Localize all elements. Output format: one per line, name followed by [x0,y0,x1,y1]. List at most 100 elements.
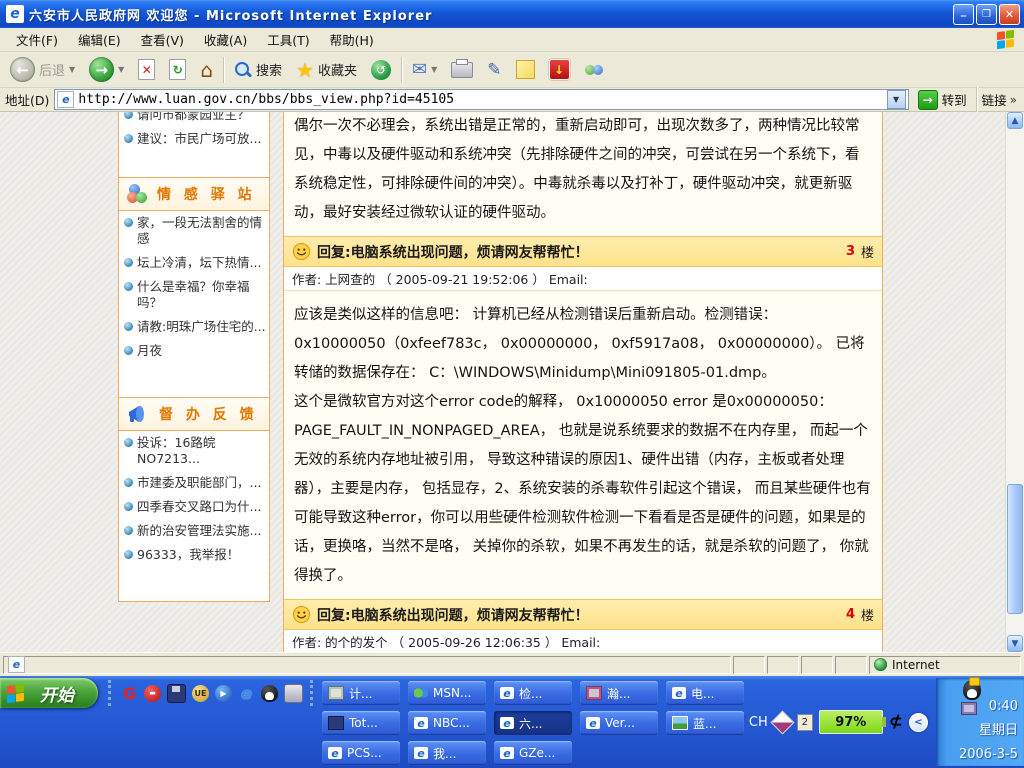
links-toolbar[interactable]: 链接 » [982,90,1019,109]
ibm-icon[interactable] [144,685,161,702]
back-dropdown-icon[interactable]: ▼ [69,65,75,74]
links-label: 链接 [982,90,1007,109]
history-button[interactable] [367,58,395,82]
ime-pen-icon[interactable] [770,710,794,734]
floppy-icon[interactable] [167,684,186,703]
task-button[interactable]: GZe... [494,741,572,765]
go-button[interactable]: 转到 [914,89,971,111]
forward-dropdown-icon[interactable]: ▼ [118,65,124,74]
home-button[interactable] [196,56,217,84]
author-row: 作者: 的个的发个 （ 2005-09-26 12:06:35 ） Email: [284,630,882,652]
notes-button[interactable] [512,58,539,81]
task-button-active[interactable]: 六... [494,711,572,735]
sidebar-link[interactable]: 市建委及职能部门，... [119,471,269,495]
back-button[interactable]: 后退 ▼ [6,55,79,84]
messenger-button[interactable] [580,59,610,81]
qq-tray-icon[interactable] [963,680,981,700]
ie-quicklaunch-icon[interactable] [238,685,255,702]
address-input[interactable]: http://www.luan.gov.cn/bbs/bbs_view.php?… [54,89,908,110]
search-button[interactable]: 搜索 [230,58,286,81]
stop-button[interactable] [134,57,159,82]
refresh-button[interactable] [165,57,190,82]
maximize-button[interactable] [976,4,997,25]
sidebar-link[interactable]: 新的治安管理法实施... [119,519,269,543]
mail-button[interactable]: ▼ [408,57,441,82]
task-button[interactable]: 电... [666,681,744,705]
links-chevron-icon[interactable]: » [1010,93,1017,107]
foxmail-icon[interactable] [284,684,303,703]
task-button[interactable]: Ver... [580,711,658,735]
print-button[interactable] [447,60,477,80]
keyboard-layout-icon[interactable] [797,714,813,731]
menu-help[interactable]: 帮助(H) [320,27,384,52]
favorites-button[interactable]: 收藏夹 [292,56,361,84]
task-button[interactable]: 蓝... [666,711,744,735]
tray-collapse-button[interactable] [909,713,928,732]
task-button[interactable]: Tot... [322,711,400,735]
scrollbar-thumb[interactable] [1007,484,1023,614]
back-label: 后退 [39,60,65,79]
menu-view[interactable]: 查看(V) [131,27,194,52]
sidebar-link[interactable]: 96333，我举报！ [119,543,269,567]
scroll-up-button[interactable] [1007,112,1023,129]
menu-file[interactable]: 文件(F) [6,27,68,52]
floor-number: 3 [846,244,855,259]
menu-favorites[interactable]: 收藏(A) [194,27,257,52]
ime-language-indicator[interactable]: CH [749,715,768,730]
sidebar-link[interactable]: 建议：市民广场可放... [119,127,269,151]
bullet-icon [124,526,133,535]
menu-edit[interactable]: 编辑(E) [68,27,131,52]
ie-icon [500,687,514,699]
ultraedit-icon[interactable] [192,685,209,702]
vertical-scrollbar[interactable] [1005,112,1024,652]
refresh-icon [169,59,186,80]
bullet-icon [124,550,133,559]
bullet-icon [124,134,133,143]
search-label: 搜索 [256,60,282,79]
bullet-icon [124,218,133,227]
battery-indicator[interactable]: 97% [819,710,883,734]
task-button[interactable]: 计... [322,681,400,705]
display-tray-icon[interactable] [961,702,977,715]
qq-icon[interactable] [261,685,278,702]
clock-time: 0:40 [943,695,1018,719]
sidebar-link[interactable]: 投诉：16路皖NO7213... [119,431,269,471]
sidebar-link[interactable]: 坛上冷清，坛下热情... [119,251,269,275]
sidebar-link-label: 市建委及职能部门，... [137,475,261,491]
close-button[interactable] [999,4,1020,25]
sidebar-link[interactable]: 家，一段无法割舍的情感 [119,211,269,251]
start-windows-logo-icon [7,683,24,702]
task-button[interactable]: 我... [408,741,486,765]
menu-tools[interactable]: 工具(T) [257,27,319,52]
mail-dropdown-icon[interactable]: ▼ [431,65,437,74]
sidebar-spacer [119,151,269,177]
task-button[interactable]: MSN... [408,681,486,705]
media-player-icon[interactable] [215,685,232,702]
address-dropdown-button[interactable] [887,90,906,109]
scroll-down-button[interactable] [1007,635,1023,652]
mail-icon [412,59,427,80]
ie-window-icon [6,5,24,23]
stop-icon [138,59,155,80]
start-button[interactable]: 开始 [0,678,98,708]
sidebar-link[interactable]: 月夜 [119,339,269,363]
sidebar-link-label: 请问市都蒙园业主？ [137,112,250,123]
sidebar-link[interactable]: 请教:明珠广场住宅的... [119,315,269,339]
forward-icon [89,57,114,82]
sidebar-link[interactable]: 四季春交叉路口为什... [119,495,269,519]
task-button[interactable]: 检... [494,681,572,705]
task-button[interactable]: PCS... [322,741,400,765]
task-button[interactable]: NBC... [408,711,486,735]
red-g-icon[interactable] [121,685,138,702]
edit-button[interactable] [483,58,505,82]
task-button[interactable]: 瀚... [580,681,658,705]
minimize-button[interactable] [953,4,974,25]
zone-label: Internet [892,658,940,672]
start-label: 开始 [40,681,74,706]
forward-button[interactable]: ▼ [85,55,128,84]
sidebar-link[interactable]: 什么是幸福？你幸福吗？ [119,275,269,315]
download-manager-button[interactable] [545,57,574,82]
post-paragraph: 这个是微软官方对这个error code的解释， 0x10000050 erro… [294,388,872,591]
sidebar-link[interactable]: 请问市都蒙园业主？ [119,112,269,127]
status-page-panel [3,656,731,674]
